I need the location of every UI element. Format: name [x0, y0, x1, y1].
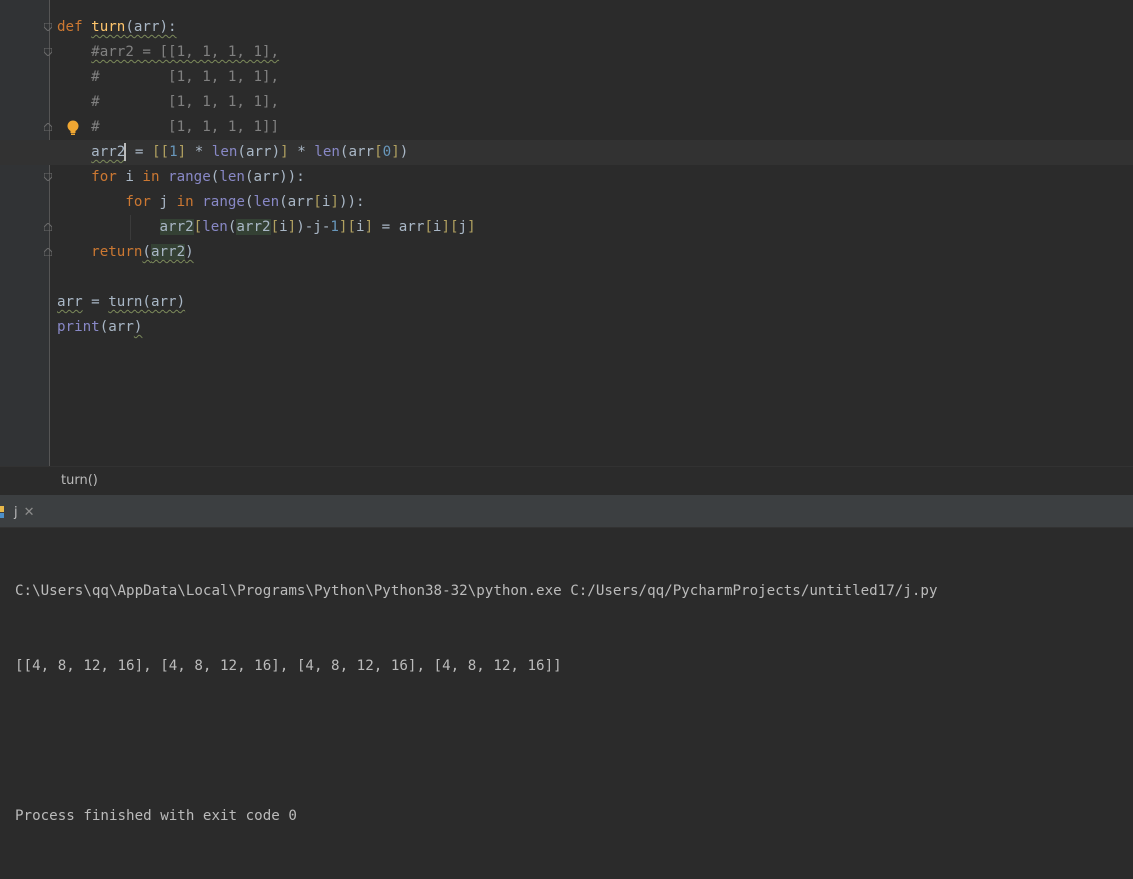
run-tab-label: j [14, 504, 18, 520]
breadcrumb[interactable]: turn() [61, 473, 98, 488]
run-tab[interactable]: j ✕ [0, 502, 35, 522]
console-line: [[4, 8, 12, 16], [4, 8, 12, 16], [4, 8, … [15, 658, 562, 674]
run-tab-strip: j ✕ [0, 496, 1133, 528]
code-line-2[interactable]: #arr2 = [[1, 1, 1, 1], [0, 40, 1133, 65]
code-line-6[interactable]: arr2 = [[1] * len(arr)] * len(arr[0]) [0, 140, 1133, 165]
code-editor[interactable]: def turn(arr): #arr2 = [[1, 1, 1, 1], # … [0, 0, 1133, 466]
code-area[interactable]: def turn(arr): #arr2 = [[1, 1, 1, 1], # … [0, 15, 1133, 340]
code-line-3[interactable]: # [1, 1, 1, 1], [0, 65, 1133, 90]
code-line-10[interactable]: return(arr2) [0, 240, 1133, 265]
code-line-7[interactable]: for i in range(len(arr)): [0, 165, 1133, 190]
fold-marker-icon[interactable] [44, 48, 52, 56]
fold-end-marker-icon[interactable] [44, 123, 52, 131]
code-line-12[interactable]: arr = turn(arr) [0, 290, 1133, 315]
run-tool-window: j ✕ C:\Users\qq\AppData\Local\Programs\P… [0, 495, 1133, 824]
code-line-8[interactable]: for j in range(len(arr[i])): [0, 190, 1133, 215]
code-line-11[interactable] [0, 265, 1133, 290]
close-icon[interactable]: ✕ [24, 505, 35, 520]
fold-marker-icon[interactable] [44, 23, 52, 31]
code-line-9[interactable]: arr2[len(arr2[i])-j-1][i] = arr[i][j] [0, 215, 1133, 240]
python-run-icon [0, 505, 8, 519]
fold-end-marker-icon[interactable] [44, 223, 52, 231]
code-line-4[interactable]: # [1, 1, 1, 1], [0, 90, 1133, 115]
console-output[interactable]: C:\Users\qq\AppData\Local\Programs\Pytho… [15, 529, 938, 879]
console-line: Process finished with exit code 0 [15, 808, 297, 824]
code-line-5[interactable]: # [1, 1, 1, 1]] [0, 115, 1133, 140]
text-caret [124, 143, 127, 161]
fold-end-marker-icon[interactable] [44, 248, 52, 256]
console-line: C:\Users\qq\AppData\Local\Programs\Pytho… [15, 583, 938, 599]
breadcrumb-bar: turn() [0, 466, 1133, 495]
code-line-13[interactable]: print(arr) [0, 315, 1133, 340]
code-line-1[interactable]: def turn(arr): [0, 15, 1133, 40]
fold-marker-icon[interactable] [44, 173, 52, 181]
